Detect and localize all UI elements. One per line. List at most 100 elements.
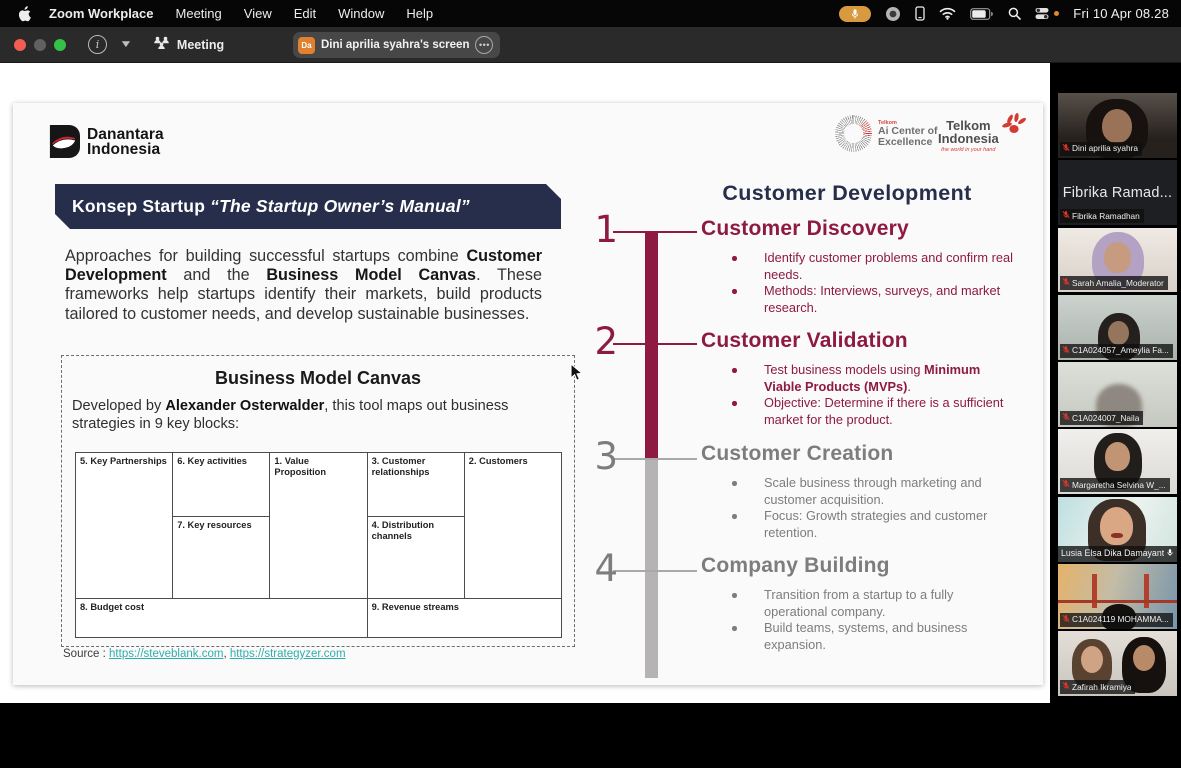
- slide-title-prefix: Konsep Startup: [72, 196, 210, 216]
- bmc-cell-customer-relationships: 3. Customer relationships: [367, 452, 464, 516]
- minimize-window-button[interactable]: [34, 39, 46, 51]
- participant-name-label: Lusia Elsa Dika Damayanty: [1058, 546, 1177, 562]
- wifi-icon[interactable]: [939, 7, 956, 20]
- text-segment: Transition from a startup to a fully ope…: [764, 587, 953, 619]
- timeline-tick: [613, 343, 697, 345]
- text-segment: .: [907, 379, 911, 394]
- timeline-number-3: 3: [568, 437, 618, 477]
- participant-name-label: Sarah Amalia_Moderator: [1060, 276, 1168, 290]
- timeline-tick: [613, 570, 697, 572]
- cd-section-title: Customer Creation: [701, 442, 1013, 466]
- shared-screen-area: Danantara Indonesia Telkom Ai Center of …: [0, 63, 1050, 703]
- ai-center-logo: Telkom Ai Center of Excellence: [835, 115, 938, 152]
- source-link-steveblank[interactable]: https://steveblank.com: [109, 648, 223, 660]
- muted-mic-icon: [1062, 210, 1070, 222]
- source-line: Source : https://steveblank.com, https:/…: [63, 648, 346, 660]
- participant-name: Lusia Elsa Dika Damayanty: [1061, 548, 1164, 559]
- participant-tile[interactable]: Dini aprilia syahra: [1058, 93, 1177, 158]
- bmc-cell-distribution-channels: 4. Distribution channels: [367, 516, 464, 598]
- notification-dot: [1054, 11, 1059, 16]
- telkom-line2: Indonesia: [938, 132, 999, 145]
- participant-tile[interactable]: C1A024119 MOHAMMA...: [1058, 564, 1177, 629]
- participant-name: Zafirah Ikramiya: [1072, 682, 1131, 693]
- bmc-cell-budget-cost: 8. Budget cost: [75, 598, 367, 637]
- menubar-clock[interactable]: Fri 10 Apr 08.28: [1073, 6, 1169, 21]
- meeting-label[interactable]: Meeting: [177, 38, 224, 52]
- participant-name-label: Zafirah Ikramiya: [1060, 680, 1135, 694]
- bmc-cell-revenue-streams: 9. Revenue streams: [367, 598, 561, 637]
- participant-tile[interactable]: Sarah Amalia_Moderator: [1058, 228, 1177, 293]
- menu-items: Meeting View Edit Window Help: [176, 6, 434, 21]
- menu-item-view[interactable]: View: [244, 6, 272, 21]
- participant-name-label: Fibrika Ramadhan: [1060, 209, 1144, 223]
- participant-tile[interactable]: Zafirah Ikramiya: [1058, 631, 1177, 696]
- info-icon[interactable]: i: [88, 35, 107, 54]
- muted-mic-icon: [1062, 681, 1070, 693]
- text-segment: and the: [167, 266, 267, 284]
- device-icon[interactable]: [915, 6, 925, 21]
- bullet-item: Identify customer problems and confirm r…: [701, 250, 1013, 283]
- chevron-down-icon[interactable]: ▼: [119, 39, 133, 50]
- participant-name-label: Margaretha Selvina W_...: [1060, 478, 1170, 492]
- shared-screen-tab[interactable]: Da Dini aprilia syahra's screen •••: [293, 32, 500, 58]
- menubar-app-name[interactable]: Zoom Workplace: [49, 6, 154, 21]
- intro-paragraph: Approaches for building successful start…: [65, 247, 542, 324]
- participant-name: Dini aprilia syahra: [1072, 143, 1138, 154]
- source-link-strategyzer[interactable]: https://strategyzer.com: [230, 648, 346, 660]
- cd-section-bullets: Transition from a startup to a fully ope…: [701, 587, 1013, 653]
- meeting-people-icon: [153, 36, 170, 53]
- bmc-cell-customers: 2. Customers: [464, 452, 561, 598]
- zoom-titlebar: i ▼ Meeting Da Dini aprilia syahra's scr…: [0, 27, 1181, 63]
- participant-name: C1A024057_Ameylia Fa...: [1072, 345, 1169, 356]
- participant-tile[interactable]: C1A024007_Naila: [1058, 362, 1177, 427]
- spotlight-search-icon[interactable]: [1008, 7, 1021, 20]
- timeline-number-4: 4: [568, 549, 618, 589]
- participant-name: Sarah Amalia_Moderator: [1072, 278, 1164, 289]
- silhouette: [1100, 507, 1133, 545]
- participant-name-label: C1A024057_Ameylia Fa...: [1060, 344, 1173, 358]
- ai-center-line1: Ai Center of: [878, 126, 938, 137]
- participant-tile[interactable]: Fibrika Ramad...Fibrika Ramadhan: [1058, 160, 1177, 225]
- apple-menu-icon[interactable]: [18, 6, 31, 22]
- tab-more-icon[interactable]: •••: [475, 36, 493, 54]
- silhouette: [1102, 109, 1132, 143]
- text-segment: Alexander Osterwalder: [165, 398, 324, 414]
- telkom-tagline: the world in your hand: [938, 147, 999, 153]
- screen-mirroring-icon[interactable]: [885, 6, 901, 22]
- bullet-item: Focus: Growth strategies and customer re…: [701, 508, 1013, 541]
- bmc-cell-key-partnerships: 5. Key Partnerships: [75, 452, 172, 598]
- text-segment: Objective: Determine if there is a suffi…: [764, 395, 1003, 427]
- participant-name-label: C1A024007_Naila: [1060, 411, 1143, 425]
- active-mic-icon: [1166, 548, 1174, 560]
- bmc-cell-value-proposition: 1. Value Proposition: [269, 452, 366, 598]
- text-segment: Approaches for building successful start…: [65, 247, 466, 265]
- text-segment: Developed by: [72, 398, 165, 414]
- menu-item-window[interactable]: Window: [338, 6, 384, 21]
- close-window-button[interactable]: [14, 39, 26, 51]
- tab-avatar: Da: [298, 37, 315, 54]
- control-center-icon[interactable]: [1035, 7, 1049, 20]
- participant-tile[interactable]: C1A024057_Ameylia Fa...: [1058, 295, 1177, 360]
- muted-mic-icon: [1062, 614, 1070, 626]
- cd-section-customer-validation: Customer ValidationTest business models …: [701, 329, 1013, 428]
- muted-mic-icon: [1062, 143, 1070, 155]
- bmc-cell-key-resources: 7. Key resources: [172, 516, 269, 598]
- sunburst-icon: [835, 115, 872, 152]
- bullet-item: Objective: Determine if there is a suffi…: [701, 395, 1013, 428]
- cd-section-customer-discovery: Customer DiscoveryIdentify customer prob…: [701, 217, 1013, 316]
- menu-item-edit[interactable]: Edit: [294, 6, 316, 21]
- text-segment: Focus: Growth strategies and customer re…: [764, 508, 987, 540]
- mic-status-pill[interactable]: [839, 6, 871, 22]
- fullscreen-window-button[interactable]: [54, 39, 66, 51]
- menu-item-meeting[interactable]: Meeting: [176, 6, 222, 21]
- participant-tile[interactable]: Margaretha Selvina W_...: [1058, 429, 1177, 494]
- participant-tile[interactable]: Lusia Elsa Dika Damayanty: [1058, 497, 1177, 562]
- participants-strip: Dini aprilia syahra Fibrika Ramad...Fibri…: [1058, 93, 1177, 696]
- battery-icon[interactable]: [970, 8, 994, 20]
- tab-title: Dini aprilia syahra's screen: [321, 39, 469, 51]
- slide-title-banner: Konsep Startup “The Startup Owner’s Manu…: [55, 184, 561, 229]
- menu-item-help[interactable]: Help: [406, 6, 433, 21]
- bmc-description: Developed by Alexander Osterwalder, this…: [72, 398, 564, 433]
- cd-section-customer-creation: Customer CreationScale business through …: [701, 442, 1013, 541]
- text-segment: Methods: Interviews, surveys, and market…: [764, 283, 1000, 315]
